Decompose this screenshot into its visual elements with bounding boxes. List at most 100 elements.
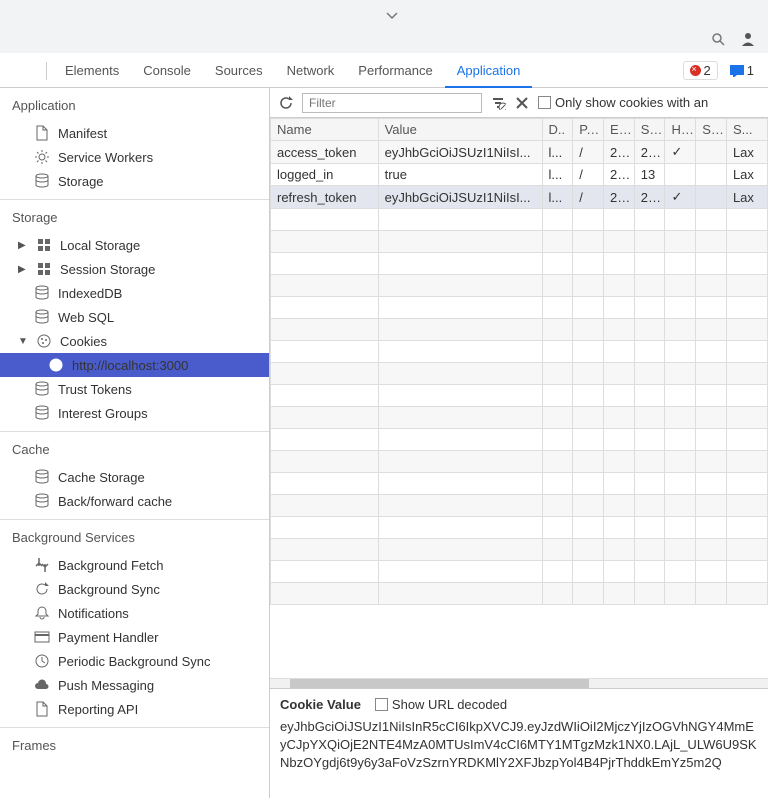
messages-badge[interactable]: 1 (724, 62, 760, 79)
sidebar-item-label: Background Fetch (58, 558, 164, 573)
cell-d: l... (542, 164, 573, 186)
db-icon (34, 173, 50, 189)
sidebar-item-storage[interactable]: Storage (0, 169, 269, 193)
horizontal-scrollbar[interactable] (270, 678, 768, 688)
sidebar-item-reporting-api[interactable]: Reporting API (0, 697, 269, 721)
file-icon (34, 125, 50, 141)
cookie-icon (48, 357, 64, 373)
errors-badge[interactable]: 2 (683, 61, 718, 80)
sidebar-item-label: Push Messaging (58, 678, 154, 693)
sidebar-item-periodic-background-sync[interactable]: Periodic Background Sync (0, 649, 269, 673)
zoom-icon[interactable] (710, 31, 726, 47)
sidebar-item-label: Manifest (58, 126, 107, 141)
cell-p: / (573, 164, 604, 186)
tab-elements[interactable]: Elements (53, 55, 131, 86)
sidebar-item-cookies[interactable]: ▼Cookies (0, 329, 269, 353)
sidebar-item-notifications[interactable]: Notifications (0, 601, 269, 625)
sidebar-item-label: Storage (58, 174, 104, 189)
filter-input[interactable] (302, 93, 482, 113)
column-header[interactable]: S... (634, 119, 665, 141)
person-icon[interactable] (740, 31, 756, 47)
sidebar-item-label: Local Storage (60, 238, 140, 253)
delete-icon[interactable] (514, 95, 530, 111)
device-icon[interactable] (24, 63, 40, 79)
inspect-icon[interactable] (8, 63, 24, 79)
clock-icon (34, 653, 50, 669)
sidebar-item-interest-groups[interactable]: Interest Groups (0, 401, 269, 425)
sidebar-item-service-workers[interactable]: Service Workers (0, 145, 269, 169)
section-application: Application (0, 88, 269, 121)
tab-network[interactable]: Network (275, 55, 347, 86)
cell-name: refresh_token (271, 186, 379, 209)
column-header[interactable]: H... (665, 119, 696, 141)
devtools-tabs: Elements Console Sources Network Perform… (0, 54, 768, 88)
sidebar-item-web-sql[interactable]: Web SQL (0, 305, 269, 329)
sidebar-item-label: Service Workers (58, 150, 153, 165)
sidebar-item-indexeddb[interactable]: IndexedDB (0, 281, 269, 305)
db-icon (34, 285, 50, 301)
cell-s: 2... (634, 186, 665, 209)
show-decoded-label: Show URL decoded (392, 697, 507, 712)
errors-count: 2 (704, 63, 711, 78)
table-header-row: NameValueD..P...E...S...H...S...S... (271, 119, 768, 141)
column-header[interactable]: S... (726, 119, 767, 141)
sidebar-item-http-localhost-3000[interactable]: http://localhost:3000 (0, 353, 269, 377)
tab-performance[interactable]: Performance (346, 55, 444, 86)
tab-console[interactable]: Console (131, 55, 203, 86)
cell-s3: Lax (726, 186, 767, 209)
cookie-value-text: eyJhbGciOiJSUzI1NiIsInR5cCI6IkpXVCJ9.eyJ… (280, 718, 758, 773)
sidebar-item-label: Session Storage (60, 262, 155, 277)
column-header[interactable]: P... (573, 119, 604, 141)
refresh-icon[interactable] (278, 95, 294, 111)
table-row[interactable]: access_tokeneyJhbGciOiJSUzI1NiIsI...l...… (271, 141, 768, 164)
table-row-empty (271, 407, 768, 429)
cell-value: true (378, 164, 542, 186)
cell-value: eyJhbGciOiJSUzI1NiIsI... (378, 186, 542, 209)
column-header[interactable]: S... (696, 119, 727, 141)
clear-filter-icon[interactable] (490, 95, 506, 111)
fetch-icon (34, 557, 50, 573)
column-header[interactable]: Name (271, 119, 379, 141)
sidebar-item-local-storage[interactable]: ▶Local Storage (0, 233, 269, 257)
sidebar-item-session-storage[interactable]: ▶Session Storage (0, 257, 269, 281)
sidebar-item-payment-handler[interactable]: Payment Handler (0, 625, 269, 649)
cell-e: 2... (604, 141, 635, 164)
sidebar-item-manifest[interactable]: Manifest (0, 121, 269, 145)
column-header[interactable]: Value (378, 119, 542, 141)
separator (46, 62, 47, 80)
sidebar-item-trust-tokens[interactable]: Trust Tokens (0, 377, 269, 401)
column-header[interactable]: D.. (542, 119, 573, 141)
cell-p: / (573, 186, 604, 209)
cell-s: 13 (634, 164, 665, 186)
sidebar-item-label: http://localhost:3000 (72, 358, 188, 373)
sidebar-item-background-fetch[interactable]: Background Fetch (0, 553, 269, 577)
table-row[interactable]: logged_intruel.../2...13 Lax (271, 164, 768, 186)
more-tabs-icon[interactable] (532, 63, 548, 79)
sidebar-item-label: Web SQL (58, 310, 114, 325)
chevron-down-icon[interactable] (384, 8, 400, 24)
column-header[interactable]: E... (604, 119, 635, 141)
table-row-empty (271, 583, 768, 605)
sync-icon (34, 581, 50, 597)
cell-e: 2... (604, 164, 635, 186)
sidebar-item-cache-storage[interactable]: Cache Storage (0, 465, 269, 489)
section-storage: Storage (0, 199, 269, 233)
table-row-empty (271, 231, 768, 253)
sidebar-item-back-forward-cache[interactable]: Back/forward cache (0, 489, 269, 513)
tab-application[interactable]: Application (445, 55, 533, 88)
sidebar-item-background-sync[interactable]: Background Sync (0, 577, 269, 601)
table-row[interactable]: refresh_tokeneyJhbGciOiJSUzI1NiIsI...l..… (271, 186, 768, 209)
application-sidebar: Application Manifest Service Workers Stora… (0, 88, 270, 798)
table-row-empty (271, 539, 768, 561)
table-body: access_tokeneyJhbGciOiJSUzI1NiIsI...l...… (271, 141, 768, 605)
browser-topbar (0, 0, 768, 54)
cell-name: logged_in (271, 164, 379, 186)
cell-s3: Lax (726, 164, 767, 186)
sidebar-item-push-messaging[interactable]: Push Messaging (0, 673, 269, 697)
tab-sources[interactable]: Sources (203, 55, 275, 86)
table-row-empty (271, 429, 768, 451)
sidebar-item-label: Notifications (58, 606, 129, 621)
only-cookies-checkbox[interactable]: Only show cookies with an (538, 95, 708, 110)
show-decoded-checkbox[interactable]: Show URL decoded (375, 697, 507, 712)
cell-s3: Lax (726, 141, 767, 164)
